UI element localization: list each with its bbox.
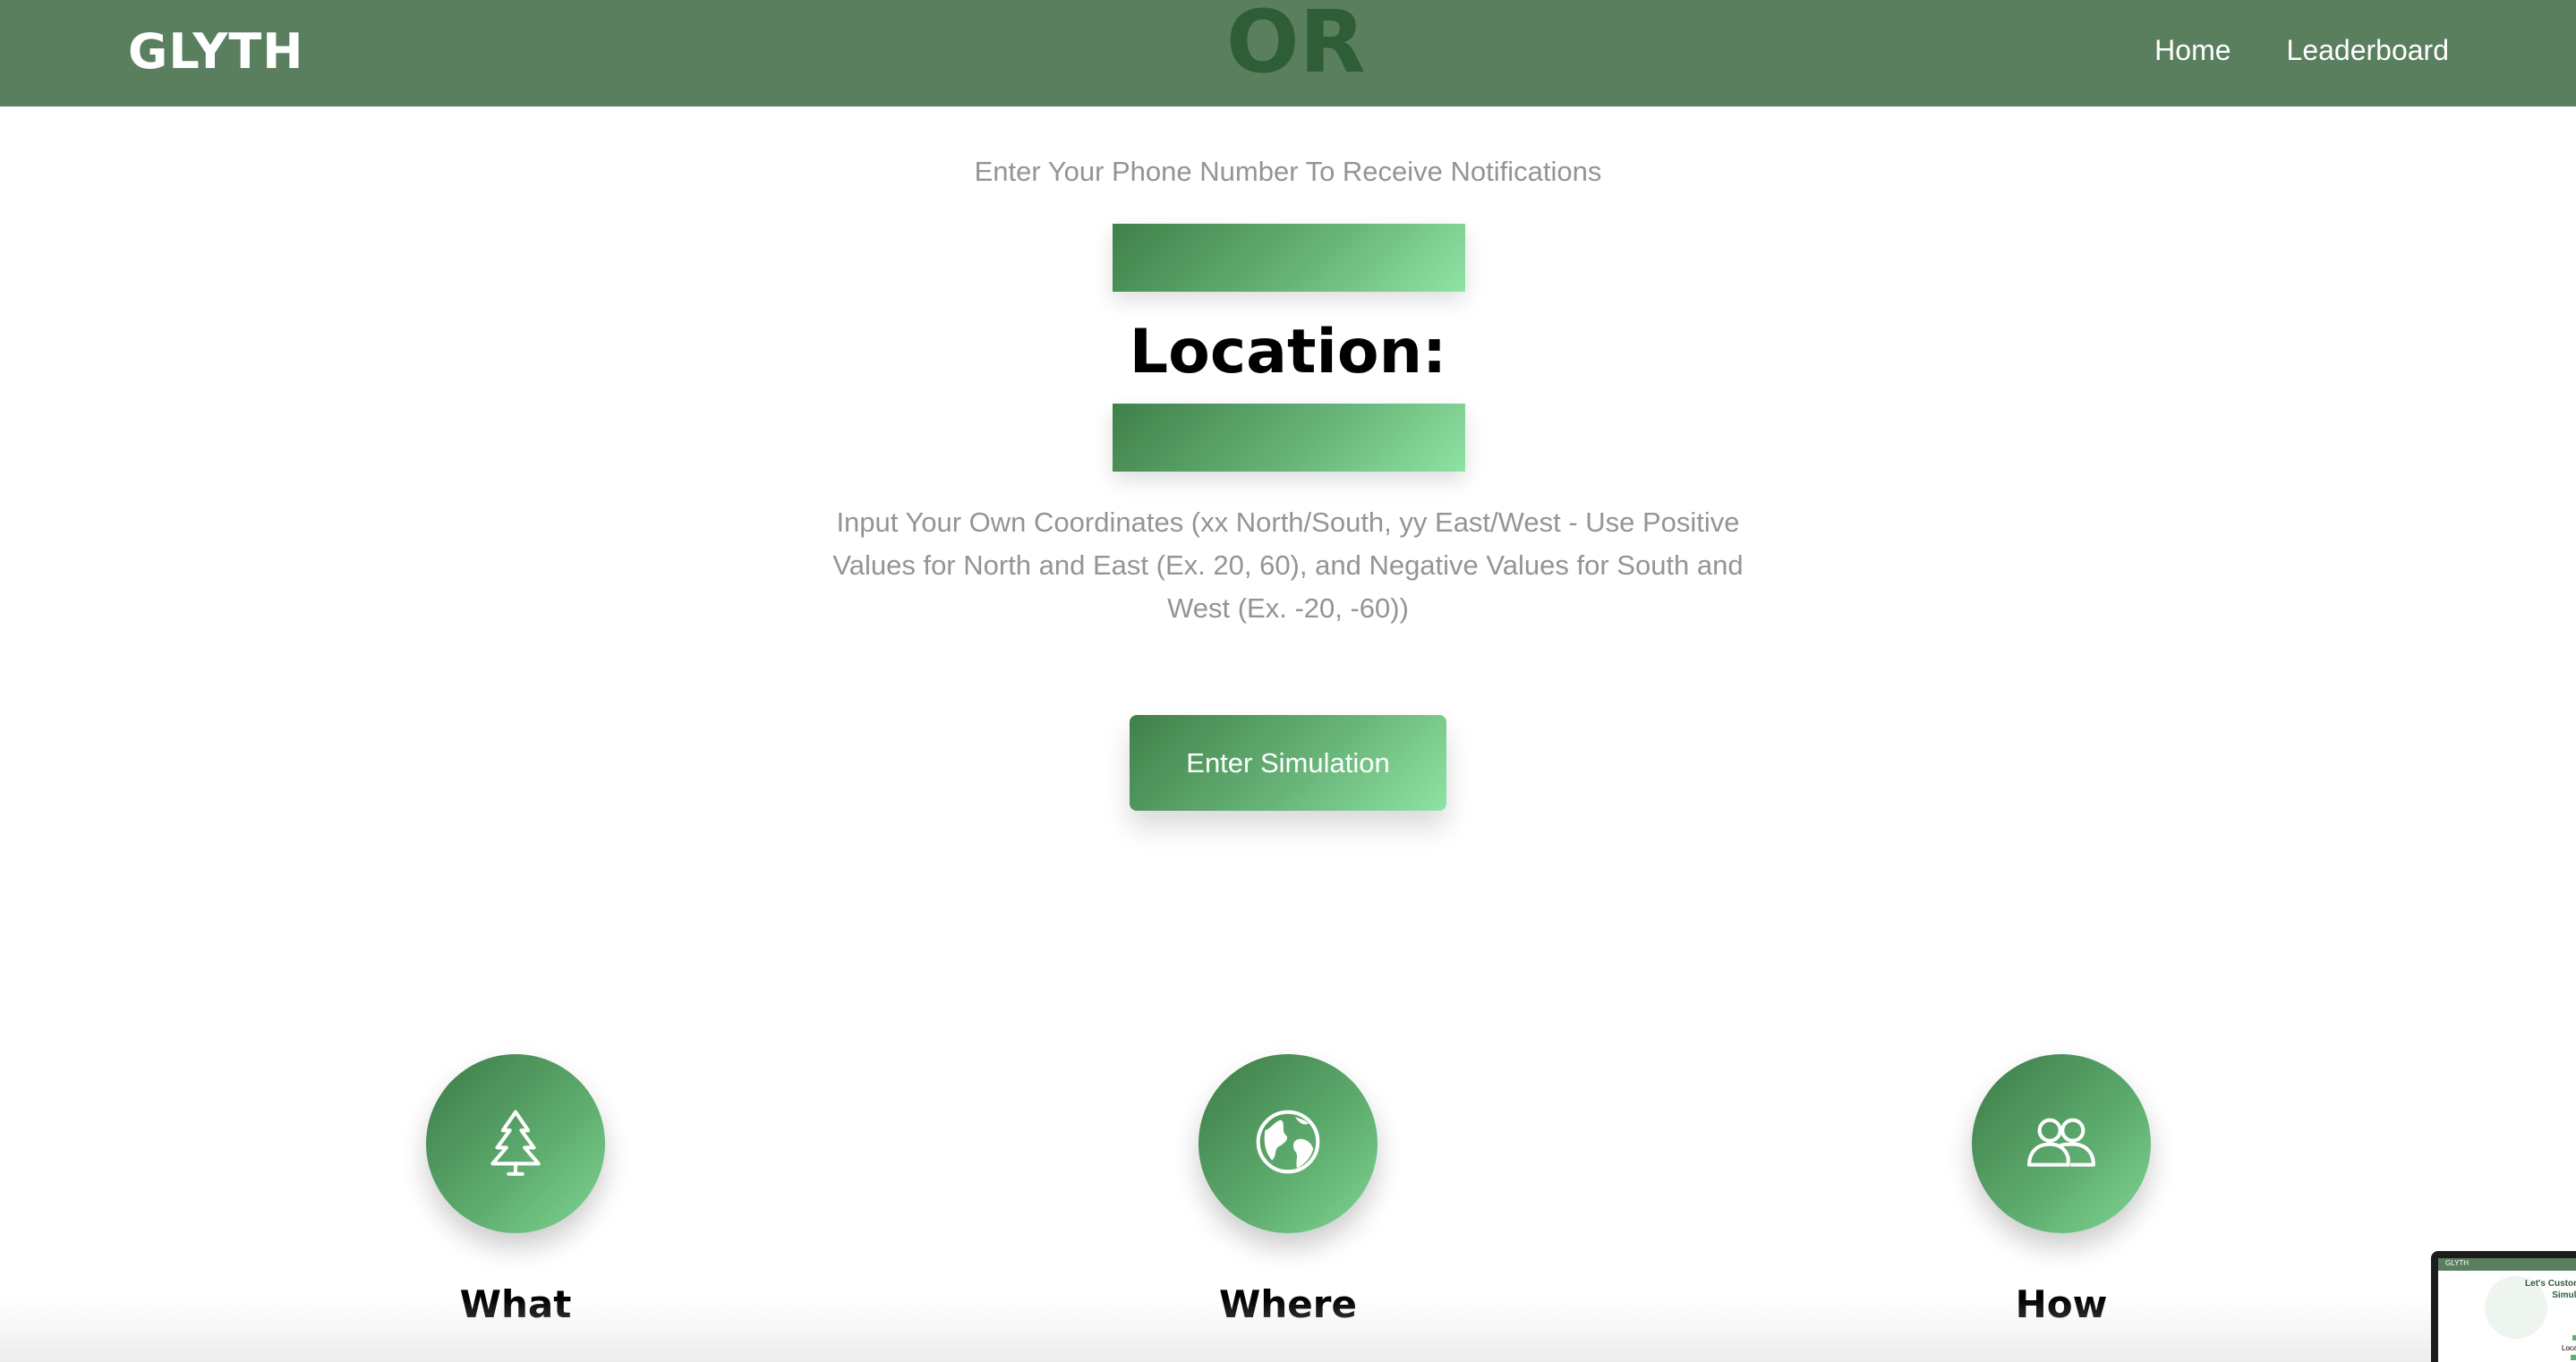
- globe-icon: [1251, 1105, 1325, 1183]
- top-navbar: GLYTH OR Home Leaderboard: [0, 0, 2576, 106]
- thumbnail-location-bar: [2571, 1355, 2576, 1360]
- phone-number-input[interactable]: [1113, 224, 1465, 292]
- enter-simulation-button[interactable]: Enter Simulation: [1130, 715, 1446, 811]
- preview-thumbnail[interactable]: GLYTH Let's Custom Simula Locati: [2431, 1251, 2576, 1362]
- nav-home-link[interactable]: Home: [2154, 34, 2231, 67]
- preview-thumbnail-screen: GLYTH Let's Custom Simula Locati: [2438, 1258, 2576, 1362]
- location-heading: Location:: [1129, 317, 1447, 387]
- thumbnail-navbar: GLYTH: [2438, 1258, 2576, 1271]
- thumbnail-location: Locati: [2562, 1344, 2576, 1352]
- thumbnail-title: Let's Custom Simula: [2525, 1279, 2576, 1300]
- tree-icon: [479, 1105, 552, 1183]
- location-coordinates-input[interactable]: [1113, 404, 1465, 472]
- brand-logo[interactable]: GLYTH: [128, 23, 303, 80]
- thumbnail-brand: GLYTH: [2445, 1259, 2469, 1267]
- nav-leaderboard-link[interactable]: Leaderboard: [2287, 34, 2449, 67]
- feature-how-label: How: [2015, 1282, 2108, 1326]
- phone-prompt-text: Enter Your Phone Number To Receive Notif…: [974, 156, 1602, 187]
- nav-links: Home Leaderboard: [2154, 34, 2449, 67]
- feature-what-circle[interactable]: [426, 1054, 605, 1233]
- or-divider-text: OR: [1226, 0, 1366, 92]
- page: GLYTH OR Home Leaderboard Enter Your Pho…: [0, 0, 2576, 1362]
- feature-how-circle[interactable]: [1972, 1054, 2151, 1233]
- feature-what-label: What: [459, 1282, 572, 1326]
- thumbnail-input-bar: [2572, 1335, 2576, 1341]
- coordinates-help-text: Input Your Own Coordinates (xx North/Sou…: [832, 506, 1744, 624]
- feature-where-circle[interactable]: [1198, 1054, 1378, 1233]
- users-icon: [2025, 1105, 2098, 1183]
- feature-where-label: Where: [1219, 1282, 1357, 1326]
